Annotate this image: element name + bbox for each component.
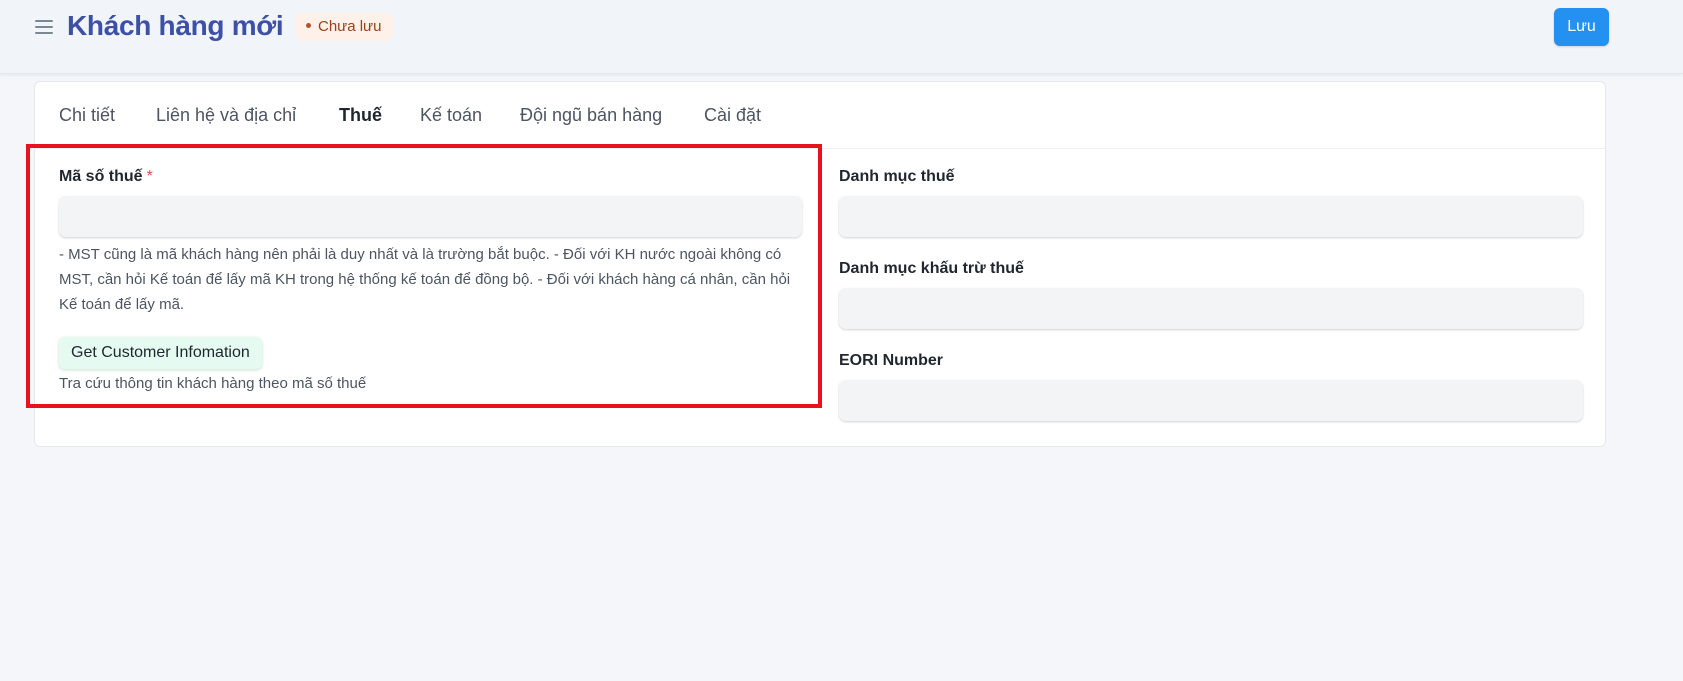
lookup-description: Tra cứu thông tin khách hàng theo mã số … <box>59 375 367 392</box>
page-title: Khách hàng mới <box>67 10 284 41</box>
tax-id-label-text: Mã số thuế <box>59 168 143 185</box>
tab-accounting[interactable]: Kế toán <box>420 103 482 127</box>
status-dot-icon <box>306 22 311 28</box>
tab-settings[interactable]: Cài đặt <box>704 103 761 127</box>
eori-number-label: EORI Number <box>839 352 944 369</box>
tax-withholding-input[interactable] <box>839 288 1583 329</box>
get-customer-info-button[interactable]: Get Customer Infomation <box>59 337 262 369</box>
tab-tax[interactable]: Thuế <box>339 103 382 127</box>
tab-details[interactable]: Chi tiết <box>59 103 115 127</box>
tab-contacts-addresses[interactable]: Liên hệ và địa chỉ <box>156 103 296 127</box>
tab-sales-team[interactable]: Đội ngũ bán hàng <box>520 103 662 127</box>
form-tabs: Chi tiết Liên hệ và địa chỉ Thuế Kế toán… <box>35 82 1605 149</box>
tax-category-input[interactable] <box>839 196 1583 237</box>
eori-number-input[interactable] <box>839 380 1583 421</box>
status-badge: Chưa lưu <box>296 13 394 41</box>
tax-withholding-label: Danh mục khấu trừ thuế <box>839 260 1024 277</box>
tax-id-help-text: - MST cũng là mã khách hàng nên phải là … <box>59 246 791 313</box>
tax-category-label: Danh mục thuế <box>839 168 955 185</box>
hamburger-icon[interactable] <box>33 16 55 38</box>
page-header: Khách hàng mới Chưa lưu Lưu <box>0 0 1683 74</box>
form-card: Chi tiết Liên hệ và địa chỉ Thuế Kế toán… <box>34 81 1606 447</box>
required-indicator: * <box>146 168 153 185</box>
save-button[interactable]: Lưu <box>1554 8 1609 46</box>
status-badge-label: Chưa lưu <box>318 18 382 35</box>
tax-id-input[interactable] <box>59 196 802 237</box>
tax-id-label: Mã số thuế * <box>59 168 153 186</box>
